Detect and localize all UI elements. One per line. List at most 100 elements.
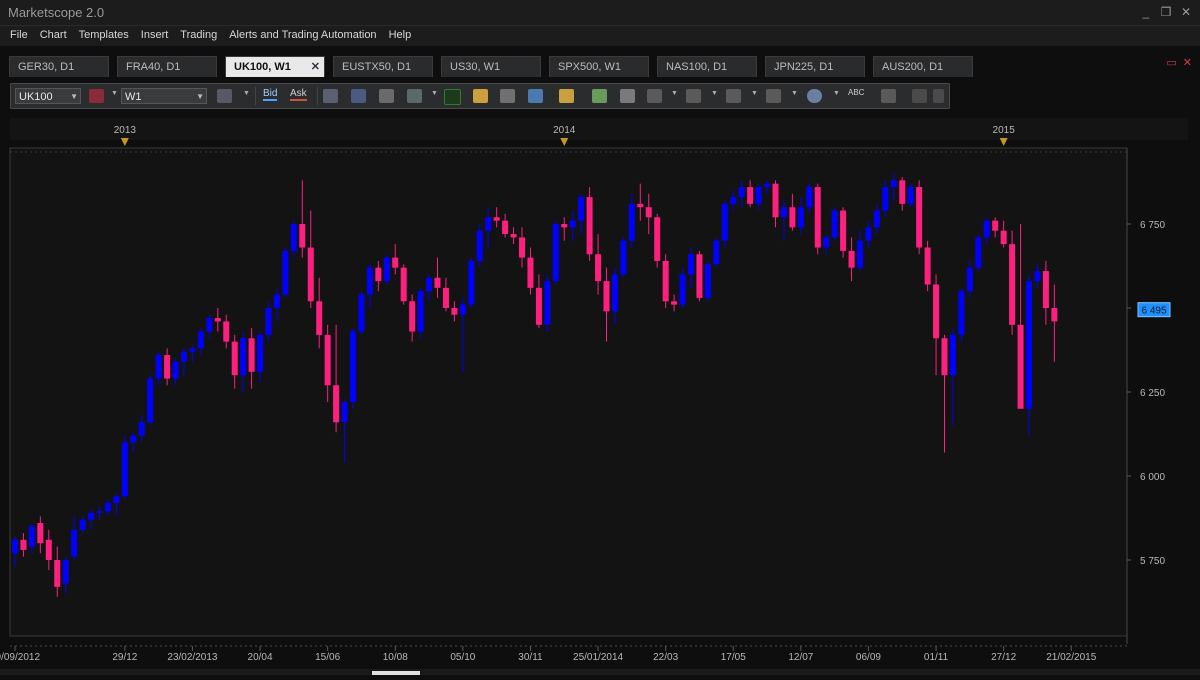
candle-body — [688, 254, 694, 275]
x-tick-label: 30/11 — [518, 652, 543, 663]
candle-body — [899, 180, 906, 204]
candle-body — [1042, 271, 1049, 308]
crosshair-icon[interactable] — [407, 89, 422, 103]
x-tick-label: 29/09/2012 — [0, 652, 40, 663]
candle-body — [857, 240, 863, 268]
tab-us30[interactable]: US30, W1 — [441, 56, 541, 77]
tab-ger30[interactable]: GER30, D1 — [9, 56, 109, 77]
candle-body — [54, 560, 61, 587]
x-tick-label: 12/07 — [788, 652, 813, 663]
chevron-down-icon[interactable]: ▼ — [671, 90, 678, 97]
chart-type-icon[interactable] — [217, 89, 232, 103]
object-list-icon[interactable] — [912, 89, 927, 103]
channel-icon[interactable] — [686, 89, 701, 103]
year-label: 2015 — [993, 125, 1016, 136]
eraser-icon[interactable] — [881, 89, 896, 103]
tab-fra40[interactable]: FRA40, D1 — [117, 56, 217, 77]
timeframe-select[interactable]: W1 ▼ — [121, 88, 207, 104]
buy-sell-icon[interactable] — [444, 89, 461, 105]
chevron-down-icon[interactable]: ▼ — [791, 90, 798, 97]
x-tick-label: 25/01/2014 — [573, 652, 623, 663]
ruler-icon[interactable] — [559, 89, 574, 103]
ask-button[interactable]: Ask — [290, 88, 307, 101]
gann-icon[interactable] — [726, 89, 741, 103]
tab-close-icon[interactable]: ✕ — [311, 57, 320, 78]
menu-templates[interactable]: Templates — [73, 26, 135, 46]
candle-body — [1034, 271, 1041, 282]
minimize-button[interactable]: _ — [1138, 4, 1154, 20]
tab-nas100[interactable]: NAS100, D1 — [657, 56, 757, 77]
y-tick-label: 6 000 — [1140, 472, 1165, 483]
text-tool-button[interactable]: ABC — [848, 88, 864, 97]
candle-body — [941, 338, 948, 376]
candle-body — [79, 519, 86, 530]
menu-trading[interactable]: Trading — [174, 26, 223, 46]
close-button[interactable]: ✕ — [1178, 4, 1194, 20]
tab-spx500[interactable]: SPX500, W1 — [549, 56, 649, 77]
candlestick-chart[interactable]: 2013 2014 2015 6 750 6 250 6 000 5 750 6 495 29/… — [0, 118, 1200, 675]
candle-body — [1051, 308, 1058, 322]
candle-body — [189, 348, 196, 352]
candle-body — [696, 254, 703, 298]
candle-body — [789, 207, 796, 228]
globe-icon[interactable] — [528, 89, 543, 103]
chevron-down-icon[interactable]: ▼ — [431, 90, 438, 97]
chevron-down-icon[interactable]: ▼ — [111, 90, 118, 97]
tab-jpn225[interactable]: JPN225, D1 — [765, 56, 865, 77]
candle-body — [96, 511, 103, 513]
eye-icon[interactable] — [500, 89, 515, 103]
tab-label: GER30, D1 — [18, 61, 75, 73]
cursor-icon[interactable] — [379, 89, 394, 103]
fibonacci-icon[interactable] — [647, 89, 662, 103]
candle-body — [645, 207, 652, 218]
indicator-icon[interactable] — [323, 89, 338, 103]
instrument-select[interactable]: UK100 ▼ — [15, 88, 81, 104]
chart-tabs: GER30, D1 FRA40, D1 UK100, W1 ✕ EUSTX50, … — [0, 52, 1200, 78]
x-tick-label: 15/06 — [315, 652, 340, 663]
menu-help[interactable]: Help — [383, 26, 418, 46]
tabs-window-controls: ▭ ✕ — [1166, 56, 1192, 69]
close-chart-icon[interactable]: ✕ — [1183, 56, 1192, 69]
candle-body — [671, 301, 678, 305]
candle-body — [299, 224, 306, 248]
menu-chart[interactable]: Chart — [34, 26, 73, 46]
candle-body — [392, 257, 399, 268]
candle-body — [130, 435, 137, 443]
toolbar-separator — [255, 87, 256, 105]
chevron-down-icon[interactable]: ▼ — [243, 90, 250, 97]
image-icon[interactable] — [592, 89, 607, 103]
tab-uk100[interactable]: UK100, W1 ✕ — [225, 56, 325, 77]
menu-alerts-automation[interactable]: Alerts and Trading Automation — [223, 26, 382, 46]
year-label: 2014 — [553, 125, 576, 136]
candle-body — [138, 422, 145, 436]
menu-insert[interactable]: Insert — [135, 26, 175, 46]
note-icon[interactable] — [473, 89, 488, 103]
tab-aus200[interactable]: AUS200, D1 — [873, 56, 973, 77]
user-indicator-icon[interactable] — [351, 89, 366, 103]
x-tick-label: 23/02/2013 — [167, 652, 217, 663]
candle-body — [121, 442, 128, 497]
remove-instrument-icon[interactable] — [89, 89, 104, 103]
chevron-down-icon[interactable]: ▼ — [751, 90, 758, 97]
candle-body — [164, 355, 171, 379]
candle-body — [595, 254, 602, 282]
toolbar-menu-icon[interactable] — [933, 89, 944, 103]
candle-body — [882, 187, 889, 211]
print-icon[interactable] — [620, 89, 635, 103]
shape-icon[interactable] — [807, 89, 822, 103]
x-tick-label: 29/12 — [112, 652, 137, 663]
chevron-down-icon[interactable]: ▼ — [833, 90, 840, 97]
menu-file[interactable]: File — [4, 26, 34, 46]
candle-body — [493, 217, 500, 221]
tab-eustx50[interactable]: EUSTX50, D1 — [333, 56, 433, 77]
candle-body — [755, 187, 762, 204]
candle-body — [747, 187, 754, 204]
maximize-chart-icon[interactable]: ▭ — [1166, 56, 1176, 69]
tab-label: NAS100, D1 — [666, 61, 728, 73]
chevron-down-icon[interactable]: ▼ — [711, 90, 718, 97]
candle-body — [1017, 324, 1024, 409]
bid-button[interactable]: Bid — [263, 88, 278, 101]
line-icon[interactable] — [766, 89, 781, 103]
restore-button[interactable]: ❐ — [1158, 4, 1174, 20]
candle-body — [214, 318, 221, 322]
